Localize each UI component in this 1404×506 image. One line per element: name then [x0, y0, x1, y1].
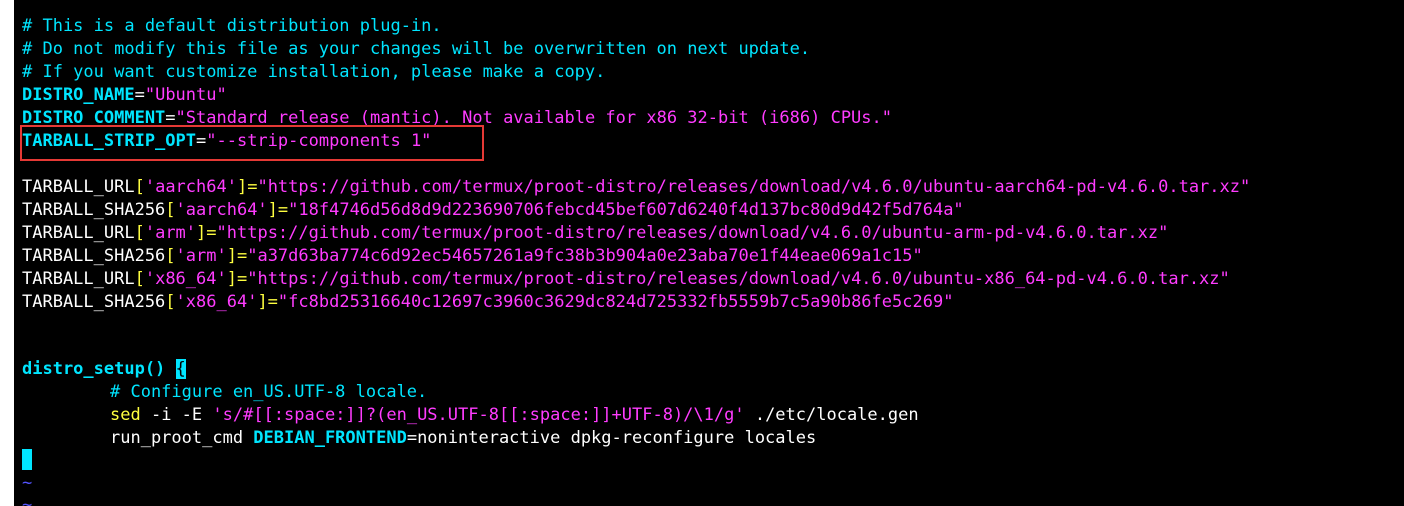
tarball-line: TARBALL_URL['arm']="https://github.com/t…: [22, 222, 1168, 244]
tarball-line: TARBALL_URL['aarch64']="https://github.c…: [22, 176, 1250, 198]
array-name: TARBALL_URL: [22, 223, 135, 243]
array-name: TARBALL_SHA256: [22, 200, 166, 220]
close-bracket-eq: ]=: [236, 177, 258, 197]
terminal-editor[interactable]: # This is a default distribution plug-in…: [14, 0, 1404, 506]
text-cursor: [22, 449, 32, 470]
array-key: 'aarch64': [144, 177, 237, 197]
array-key: 'x86_64': [175, 292, 258, 312]
sed-command: sed: [110, 405, 141, 425]
function-header-line: distro_setup() {: [22, 358, 186, 380]
sed-line: sed -i -E 's/#[[:space:]]?(en_US.UTF-8[[…: [22, 404, 919, 426]
array-name: TARBALL_URL: [22, 269, 135, 289]
array-key: 'aarch64': [175, 200, 268, 220]
open-bracket: [: [165, 246, 176, 266]
close-bracket-eq: ]=: [226, 269, 248, 289]
array-value: "fc8bd25316640c12697c3960c3629dc824d7253…: [277, 292, 954, 312]
array-value: "https://github.com/termux/proot-distro/…: [247, 269, 1230, 289]
tarball-line: TARBALL_SHA256['aarch64']="18f4746d56d8d…: [22, 199, 964, 221]
open-bracket: [: [165, 200, 176, 220]
equals: =: [196, 131, 207, 151]
sed-file: ./etc/locale.gen: [744, 405, 919, 425]
open-bracket: [: [134, 223, 145, 243]
var-name: DISTRO_NAME: [22, 85, 135, 105]
empty-line-marker: ~: [22, 495, 33, 506]
comment-line-2: # Do not modify this file as your change…: [22, 39, 811, 59]
tarball-strip-line: TARBALL_STRIP_OPT="--strip-components 1": [22, 130, 431, 152]
string-value: "Ubuntu": [144, 85, 227, 105]
comment-line-1: # This is a default distribution plug-in…: [22, 16, 442, 36]
distro-name-line: DISTRO_NAME="Ubuntu": [22, 84, 227, 106]
array-value: "18f4746d56d8d9d223690706febcd45bef607d6…: [288, 200, 964, 220]
run-command: run_proot_cmd: [110, 428, 254, 448]
array-name: TARBALL_URL: [22, 177, 135, 197]
close-bracket-eq: ]=: [267, 200, 289, 220]
open-bracket: [: [134, 177, 145, 197]
distro-comment-line: DISTRO_COMMENT="Standard release (mantic…: [22, 107, 892, 129]
string-value: "--strip-components 1": [206, 131, 432, 151]
function-name: distro_setup(): [22, 359, 166, 379]
array-value: "https://github.com/termux/proot-distro/…: [216, 223, 1169, 243]
var-name: TARBALL_STRIP_OPT: [22, 131, 196, 151]
run-proot-line: run_proot_cmd DEBIAN_FRONTEND=noninterac…: [22, 427, 816, 449]
array-value: "https://github.com/termux/proot-distro/…: [257, 177, 1251, 197]
function-comment-line: # Configure en_US.UTF-8 locale.: [22, 381, 427, 403]
equals: =: [134, 85, 145, 105]
sed-expression: 's/#[[:space:]]?(en_US.UTF-8[[:space:]]+…: [212, 405, 745, 425]
open-bracket: [: [134, 269, 145, 289]
array-name: TARBALL_SHA256: [22, 292, 166, 312]
empty-line-marker: ~: [22, 473, 33, 493]
equals: =: [165, 108, 176, 128]
env-var: DEBIAN_FRONTEND: [253, 428, 407, 448]
array-name: TARBALL_SHA256: [22, 246, 166, 266]
cursor-line: [22, 449, 32, 471]
open-bracket: [: [165, 292, 176, 312]
string-value: "Standard release (mantic). Not availabl…: [175, 108, 892, 128]
comment-line-3: # If you want customize installation, pl…: [22, 62, 606, 82]
array-value: "a37d63ba774c6d92ec54657261a9fc38b3b904a…: [247, 246, 923, 266]
array-key: 'x86_64': [144, 269, 227, 289]
array-key: 'arm': [175, 246, 227, 266]
sed-flags: -i -E: [140, 405, 213, 425]
tarball-line: TARBALL_SHA256['arm']="a37d63ba774c6d92e…: [22, 245, 923, 267]
array-key: 'arm': [144, 223, 197, 243]
tarball-line: TARBALL_URL['x86_64']="https://github.co…: [22, 268, 1230, 290]
matched-brace: {: [175, 359, 186, 379]
tarball-line: TARBALL_SHA256['x86_64']="fc8bd25316640c…: [22, 291, 953, 313]
close-bracket-eq: ]=: [196, 223, 217, 243]
env-rest: =noninteractive dpkg-reconfigure locales: [406, 428, 817, 448]
close-bracket-eq: ]=: [257, 292, 278, 312]
var-name: DISTRO_COMMENT: [22, 108, 166, 128]
close-bracket-eq: ]=: [226, 246, 248, 266]
comment-text: # Configure en_US.UTF-8 locale.: [110, 382, 428, 402]
